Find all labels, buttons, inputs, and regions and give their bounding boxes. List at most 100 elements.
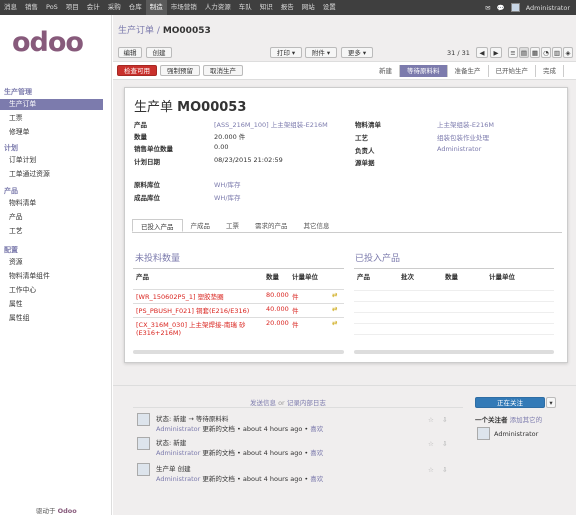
sidebar-item[interactable]: 工艺	[9, 226, 112, 237]
tab[interactable]: 产成品	[183, 219, 219, 232]
graph-view-icon[interactable]: ◈	[563, 47, 573, 58]
status-step[interactable]: 等待原料料	[400, 65, 448, 77]
menu-item[interactable]: PoS	[42, 0, 62, 15]
like-link[interactable]: 喜欢	[310, 425, 323, 433]
menu-item[interactable]: 知识	[256, 0, 277, 15]
field-value[interactable]: WH/库存	[214, 192, 241, 202]
print-button[interactable]: 打印 ▾	[270, 47, 302, 58]
table-cell-product[interactable]: [WR_150602P5_1] 塑胶垫圈	[136, 291, 264, 301]
tab[interactable]: 工票	[218, 219, 247, 232]
tab[interactable]: 需求的产品	[247, 219, 296, 232]
sidebar-item[interactable]: 工单通过资源	[9, 169, 112, 180]
log-note-link[interactable]: 记录内部日志	[287, 399, 326, 407]
column-header[interactable]: 产品	[136, 271, 149, 281]
sidebar-item[interactable]: 物料清单组件	[9, 271, 112, 282]
field-value[interactable]: [ASS_216M_100] 上主架组装-E216M	[214, 119, 328, 129]
menu-item[interactable]: 报告	[277, 0, 298, 15]
cancel-production-button[interactable]: 取消生产	[203, 65, 243, 76]
odoo-logo[interactable]: odoo	[12, 27, 84, 58]
sidebar-item[interactable]: 属性	[9, 299, 112, 310]
status-step[interactable]: 准备生产	[448, 65, 489, 77]
sidebar-item[interactable]: 修理单	[9, 127, 112, 138]
menu-item[interactable]: 采购	[104, 0, 125, 15]
field-value[interactable]: Administrator	[437, 145, 481, 153]
archive-icon[interactable]: ⇩	[442, 466, 447, 474]
menu-item[interactable]: 项目	[62, 0, 83, 15]
star-icon[interactable]: ☆	[428, 440, 434, 448]
menu-item[interactable]: 消息	[0, 0, 21, 15]
form-view-icon[interactable]: ▤	[519, 47, 529, 58]
menu-item[interactable]: 会计	[83, 0, 104, 15]
follower-name[interactable]: Administrator	[494, 430, 538, 438]
messages-icon[interactable]: 💬	[497, 4, 505, 12]
tab[interactable]: 已投入产品	[132, 219, 183, 232]
message-author[interactable]: Administrator	[156, 475, 200, 483]
status-step[interactable]: 完成	[536, 65, 564, 77]
sidebar-item[interactable]: 生产订单	[0, 99, 103, 110]
like-link[interactable]: 喜欢	[310, 475, 323, 483]
sidebar-item[interactable]: 资源	[9, 257, 112, 268]
column-header[interactable]: 数量	[266, 271, 279, 281]
check-availability-button[interactable]: 检查可用	[117, 65, 157, 76]
sidebar-item[interactable]: 工票	[9, 113, 112, 124]
tab[interactable]: 其它信息	[296, 219, 338, 232]
breadcrumb-parent[interactable]: 生产订单	[118, 26, 154, 36]
row-divider	[133, 289, 344, 290]
sidebar-item[interactable]: 订单计划	[9, 155, 112, 166]
status-step[interactable]: 新建	[372, 65, 400, 77]
create-button[interactable]: 创建	[146, 47, 172, 58]
menu-item[interactable]: 设置	[319, 0, 340, 15]
user-menu[interactable]: Administrator	[526, 4, 570, 12]
consume-icon[interactable]: ⇄	[332, 291, 337, 299]
prev-record-button[interactable]: ◀	[476, 47, 488, 58]
menu-item[interactable]: 车队	[235, 0, 256, 15]
calendar-view-icon[interactable]: ◔	[541, 47, 551, 58]
force-reserve-button[interactable]: 强制预留	[160, 65, 200, 76]
sidebar-item[interactable]: 物料清单	[9, 198, 112, 209]
list-view-icon[interactable]: ≡	[508, 47, 518, 58]
sidebar-item[interactable]: 属性组	[9, 313, 112, 324]
table-cell-product[interactable]: [CX_316M_030] 上主架焊接-南瑞 砂(E316+216M)	[136, 319, 264, 337]
archive-icon[interactable]: ⇩	[442, 440, 447, 448]
status-step[interactable]: 已开始生产	[489, 65, 536, 77]
like-link[interactable]: 喜欢	[310, 449, 323, 457]
message-meta: Administrator 更新的文档 • about 4 hours ago …	[156, 473, 323, 483]
sidebar-item[interactable]: 产品	[9, 212, 112, 223]
more-button[interactable]: 更多 ▾	[341, 47, 373, 58]
edit-button[interactable]: 编辑	[118, 47, 142, 58]
send-message-link[interactable]: 发送信息	[250, 399, 276, 407]
menu-item[interactable]: 仓库	[125, 0, 146, 15]
table-cell-product[interactable]: [PS_PBUSH_F021] 铜套(E216/E316)	[136, 305, 264, 315]
pending-scrollbar[interactable]	[133, 350, 344, 354]
add-followers-link[interactable]: 添加其它的	[510, 416, 543, 424]
consume-icon[interactable]: ⇄	[332, 305, 337, 313]
powered-brand[interactable]: Odoo	[58, 507, 77, 515]
consumed-scrollbar[interactable]	[354, 350, 554, 354]
table-cell-qty: 20.000	[266, 319, 289, 327]
field-value[interactable]: WH/库存	[214, 179, 241, 189]
row-divider	[133, 303, 344, 304]
menu-item[interactable]: 销售	[21, 0, 42, 15]
kanban-view-icon[interactable]: ▦	[530, 47, 540, 58]
field-value[interactable]: 组装包装作业处理	[437, 132, 489, 142]
next-record-button[interactable]: ▶	[490, 47, 502, 58]
message-author[interactable]: Administrator	[156, 425, 200, 433]
menu-item[interactable]: 制造	[145, 0, 167, 15]
consume-icon[interactable]: ⇄	[332, 319, 337, 327]
archive-icon[interactable]: ⇩	[442, 416, 447, 424]
follow-button[interactable]: 正在关注	[475, 397, 545, 408]
avatar[interactable]	[510, 3, 520, 12]
follow-options-button[interactable]: ▾	[546, 397, 556, 408]
chat-icon[interactable]: ✉	[485, 4, 490, 12]
gantt-view-icon[interactable]: ▥	[552, 47, 562, 58]
field-value[interactable]: 上主架组装-E216M	[437, 119, 494, 129]
column-header[interactable]: 计量单位	[292, 271, 322, 281]
message-author[interactable]: Administrator	[156, 449, 200, 457]
attachment-button[interactable]: 附件 ▾	[305, 47, 337, 58]
menu-item[interactable]: 网站	[298, 0, 319, 15]
sidebar-item[interactable]: 工作中心	[9, 285, 112, 296]
star-icon[interactable]: ☆	[428, 466, 434, 474]
menu-item[interactable]: 人力资源	[201, 0, 235, 15]
star-icon[interactable]: ☆	[428, 416, 434, 424]
menu-item[interactable]: 市场营销	[167, 0, 201, 15]
